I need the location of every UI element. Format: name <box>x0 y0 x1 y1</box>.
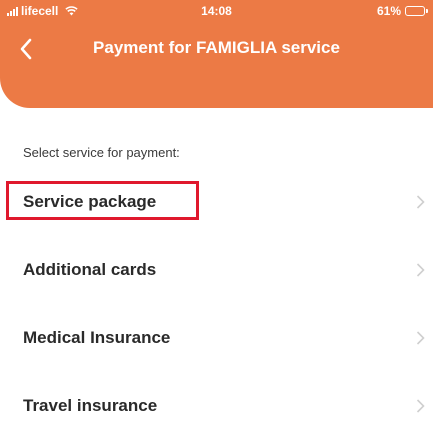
chevron-right-icon <box>416 195 425 209</box>
additional-cards-item[interactable]: Additional cards <box>0 236 433 304</box>
travel-insurance-label: Travel insurance <box>23 396 158 415</box>
travel-insurance-item[interactable]: Travel insurance <box>0 372 433 440</box>
status-right: 61% <box>376 4 428 18</box>
service-list: Service package Additional cards Medical… <box>0 168 433 440</box>
status-time: 14:08 <box>201 4 232 18</box>
status-bar: lifecell 14:08 61% <box>0 0 433 20</box>
chevron-right-icon <box>416 331 425 345</box>
medical-insurance-item[interactable]: Medical Insurance <box>0 304 433 372</box>
battery-percent: 61% <box>376 4 401 18</box>
service-package-label: Service package <box>23 192 157 211</box>
header-bar: lifecell 14:08 61% Payment for FAMIGLIA … <box>0 0 433 108</box>
medical-insurance-label: Medical Insurance <box>23 328 171 347</box>
service-package-item[interactable]: Service package <box>0 168 433 236</box>
page-title: Payment for FAMIGLIA service <box>93 38 340 57</box>
additional-cards-label: Additional cards <box>23 260 157 279</box>
chevron-right-icon <box>416 263 425 277</box>
select-service-prompt: Select service for payment: <box>23 145 180 160</box>
chevron-right-icon <box>416 399 425 413</box>
battery-icon <box>405 6 428 16</box>
